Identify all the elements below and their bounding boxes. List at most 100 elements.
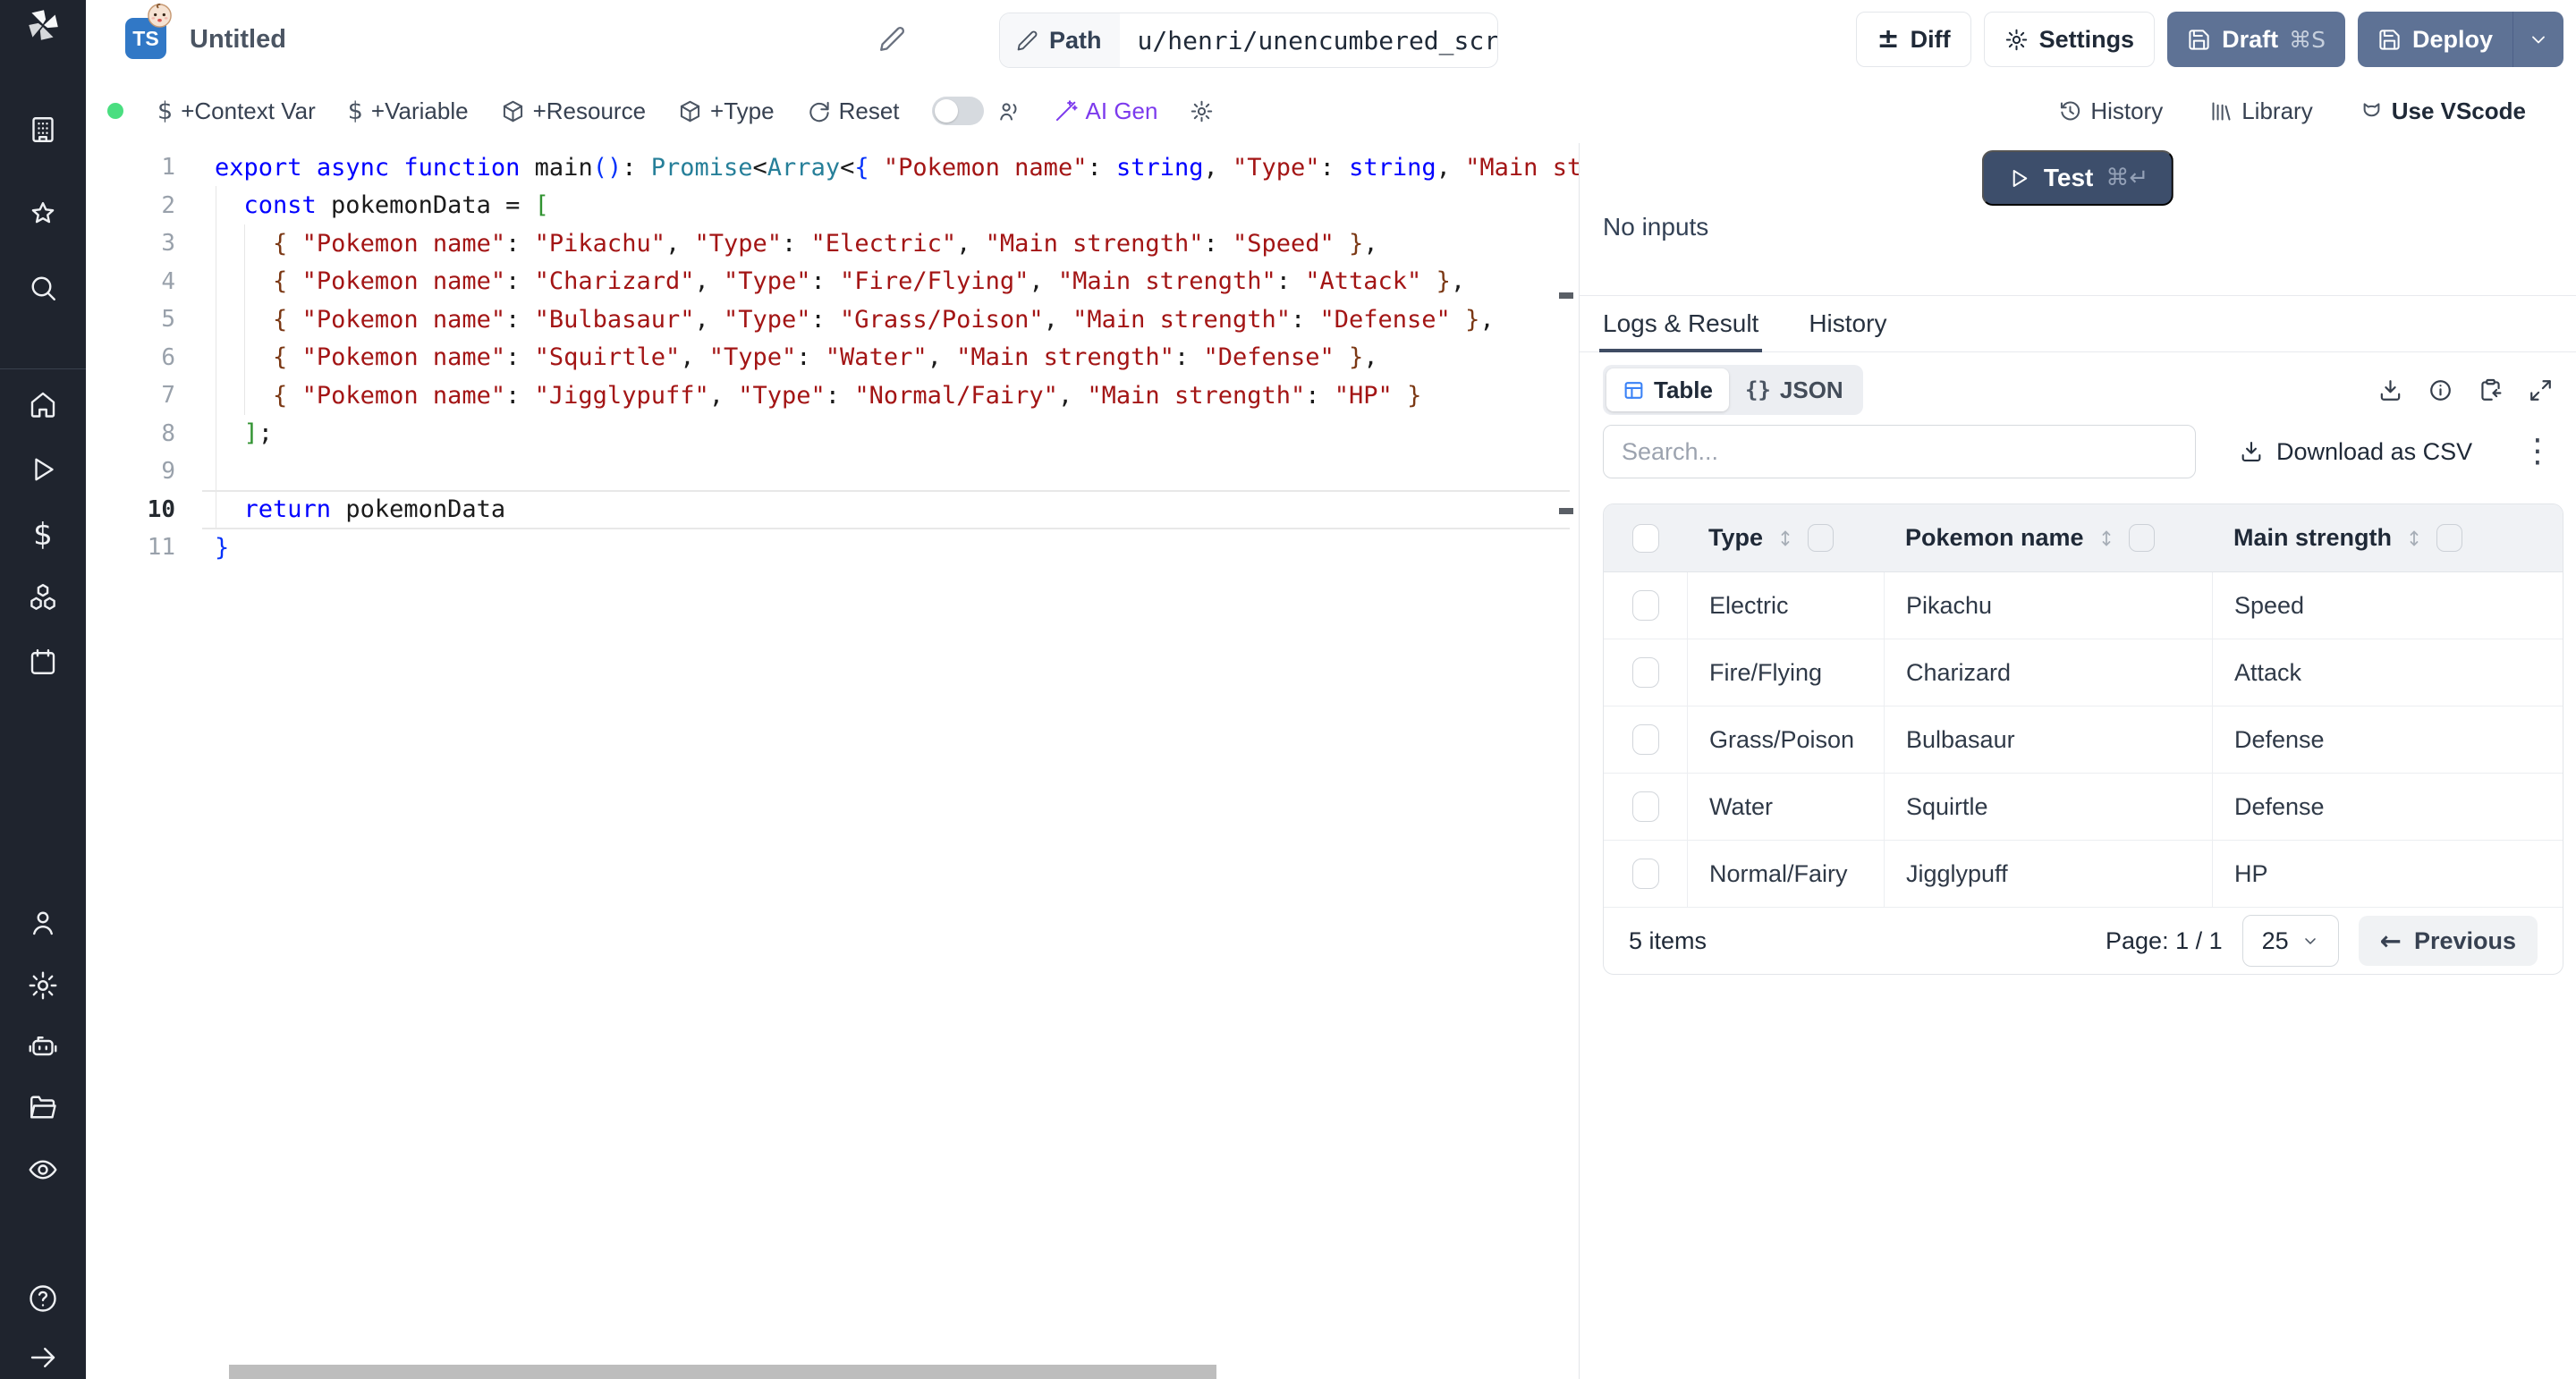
- use-vscode-button[interactable]: Use VScode: [2360, 97, 2526, 125]
- column-toggle[interactable]: [2436, 524, 2462, 552]
- search-input[interactable]: [1603, 425, 2196, 478]
- code-line[interactable]: 9: [86, 453, 1579, 491]
- boxes-icon[interactable]: [23, 578, 63, 617]
- gear-icon[interactable]: [23, 966, 63, 1005]
- building-icon[interactable]: [23, 110, 63, 149]
- multiplayer-toggle[interactable]: [932, 97, 984, 125]
- pagination: Page: 1 / 1 25 ← Previous: [2106, 915, 2538, 967]
- folder-icon[interactable]: [23, 1087, 63, 1127]
- select-all-checkbox[interactable]: [1632, 524, 1659, 553]
- table-row: Fire/FlyingCharizardAttack: [1604, 639, 2563, 706]
- wand-icon: [1054, 99, 1078, 123]
- cell-main-strength: Defense: [2212, 774, 2563, 840]
- line-number: 2: [86, 192, 175, 219]
- download-icon[interactable]: [2377, 377, 2403, 403]
- view-mode-json[interactable]: {} JSON: [1729, 368, 1860, 411]
- code-editor[interactable]: 1export async function main(): Promise<A…: [86, 143, 1579, 1379]
- edit-title-pencil-icon[interactable]: [878, 25, 906, 53]
- star-icon[interactable]: [23, 195, 63, 234]
- code-line[interactable]: 5 { "Pokemon name": "Bulbasaur", "Type":…: [86, 300, 1579, 339]
- code-text: const pokemonData = [: [215, 191, 549, 219]
- column-header-main-strength[interactable]: Main strength: [2212, 524, 2563, 552]
- cell-main-strength: Speed: [2212, 572, 2563, 639]
- row-checkbox[interactable]: [1632, 657, 1659, 688]
- eye-icon[interactable]: [23, 1150, 63, 1189]
- download-csv-button[interactable]: Download as CSV: [2239, 438, 2472, 466]
- info-icon[interactable]: [2428, 377, 2453, 403]
- code-line[interactable]: 3 { "Pokemon name": "Pikachu", "Type": "…: [86, 224, 1579, 263]
- code-line[interactable]: 11}: [86, 529, 1579, 567]
- diff-button[interactable]: ± Diff: [1856, 12, 1970, 67]
- code-line[interactable]: 4 { "Pokemon name": "Charizard", "Type":…: [86, 263, 1579, 301]
- column-header-pokemon-name[interactable]: Pokemon name: [1884, 524, 2212, 552]
- row-checkbox-cell: [1604, 774, 1687, 840]
- code-text: ];: [215, 419, 273, 447]
- sort-icon[interactable]: [2096, 528, 2117, 549]
- add-context-var-button[interactable]: $ +Context Var: [157, 97, 316, 125]
- search-icon[interactable]: [23, 268, 63, 308]
- tab-history[interactable]: History: [1809, 296, 1886, 351]
- add-variable-button[interactable]: $ +Variable: [348, 97, 469, 125]
- column-toggle[interactable]: [2129, 524, 2155, 552]
- result-actions: [2377, 377, 2554, 403]
- help-icon[interactable]: [23, 1279, 63, 1318]
- tab-logs-result[interactable]: Logs & Result: [1603, 296, 1758, 351]
- editor-settings-button[interactable]: [1190, 99, 1214, 123]
- test-button[interactable]: Test ⌘↵: [1982, 150, 2174, 206]
- chevron-down-icon[interactable]: [2528, 29, 2549, 50]
- windmill-logo[interactable]: [23, 5, 63, 45]
- kebab-menu[interactable]: ⋮: [2521, 436, 2554, 468]
- topbar: TS Untitled Path u/henri/unencumbered_sc…: [86, 0, 2576, 80]
- row-checkbox[interactable]: [1632, 791, 1659, 822]
- view-mode-table[interactable]: Table: [1606, 368, 1729, 411]
- status-dot: [107, 103, 123, 119]
- horizontal-scrollbar[interactable]: [229, 1365, 1216, 1379]
- clipboard-copy-icon[interactable]: [2478, 377, 2504, 403]
- line-number: 4: [86, 268, 175, 295]
- collapse-arrow-icon[interactable]: [23, 1338, 63, 1377]
- add-resource-button[interactable]: +Resource: [501, 97, 646, 125]
- code-line[interactable]: 1export async function main(): Promise<A…: [86, 148, 1579, 187]
- code-line[interactable]: 2 const pokemonData = [: [86, 187, 1579, 225]
- typescript-badge-label: TS: [132, 27, 158, 51]
- row-checkbox[interactable]: [1632, 590, 1659, 621]
- cell-type: Grass/Poison: [1687, 706, 1884, 773]
- calendar-icon[interactable]: [23, 642, 63, 681]
- library-button[interactable]: Library: [2209, 97, 2312, 125]
- topbar-actions: ± Diff Settings Draft ⌘S Deploy: [1856, 12, 2563, 67]
- deploy-button[interactable]: Deploy: [2358, 12, 2563, 67]
- reset-button[interactable]: Reset: [807, 97, 900, 125]
- play-icon[interactable]: [23, 450, 63, 489]
- table-header: Type Pokemon name Main strength: [1604, 504, 2563, 572]
- code-line[interactable]: 7 { "Pokemon name": "Jigglypuff", "Type"…: [86, 376, 1579, 415]
- settings-button[interactable]: Settings: [1984, 12, 2156, 67]
- header-checkbox-cell: [1604, 524, 1687, 553]
- column-toggle[interactable]: [1808, 524, 1834, 552]
- path-field[interactable]: Path u/henri/unencumbered_script: [999, 13, 1498, 68]
- code-line[interactable]: 8 ];: [86, 415, 1579, 453]
- previous-page-button[interactable]: ← Previous: [2359, 916, 2538, 966]
- user-icon[interactable]: [23, 903, 63, 943]
- home-icon[interactable]: [23, 385, 63, 424]
- ai-gen-button[interactable]: AI Gen: [1054, 97, 1158, 125]
- robot-icon[interactable]: [23, 1027, 63, 1066]
- column-header-type[interactable]: Type: [1687, 524, 1884, 552]
- table-grid-icon: [1623, 379, 1645, 402]
- page-size-select[interactable]: 25: [2242, 915, 2339, 967]
- code-line[interactable]: 10 return pokemonData: [86, 491, 1579, 529]
- add-type-button[interactable]: +Type: [678, 97, 775, 125]
- cell-pokemon-name: Jigglypuff: [1884, 841, 2212, 907]
- row-checkbox[interactable]: [1632, 724, 1659, 755]
- dollar-icon[interactable]: $: [23, 515, 63, 554]
- draft-button[interactable]: Draft ⌘S: [2167, 12, 2345, 67]
- row-checkbox-cell: [1604, 572, 1687, 639]
- row-checkbox[interactable]: [1632, 859, 1659, 889]
- code-line[interactable]: 6 { "Pokemon name": "Squirtle", "Type": …: [86, 339, 1579, 377]
- expand-icon[interactable]: [2528, 377, 2554, 403]
- sort-icon[interactable]: [1775, 528, 1796, 549]
- history-button[interactable]: History: [2058, 97, 2163, 125]
- history-label: History: [2090, 97, 2163, 125]
- path-value[interactable]: u/henri/unencumbered_script: [1120, 13, 1498, 67]
- result-tabs: Logs & Result History: [1580, 295, 2576, 352]
- sort-icon[interactable]: [2403, 528, 2425, 549]
